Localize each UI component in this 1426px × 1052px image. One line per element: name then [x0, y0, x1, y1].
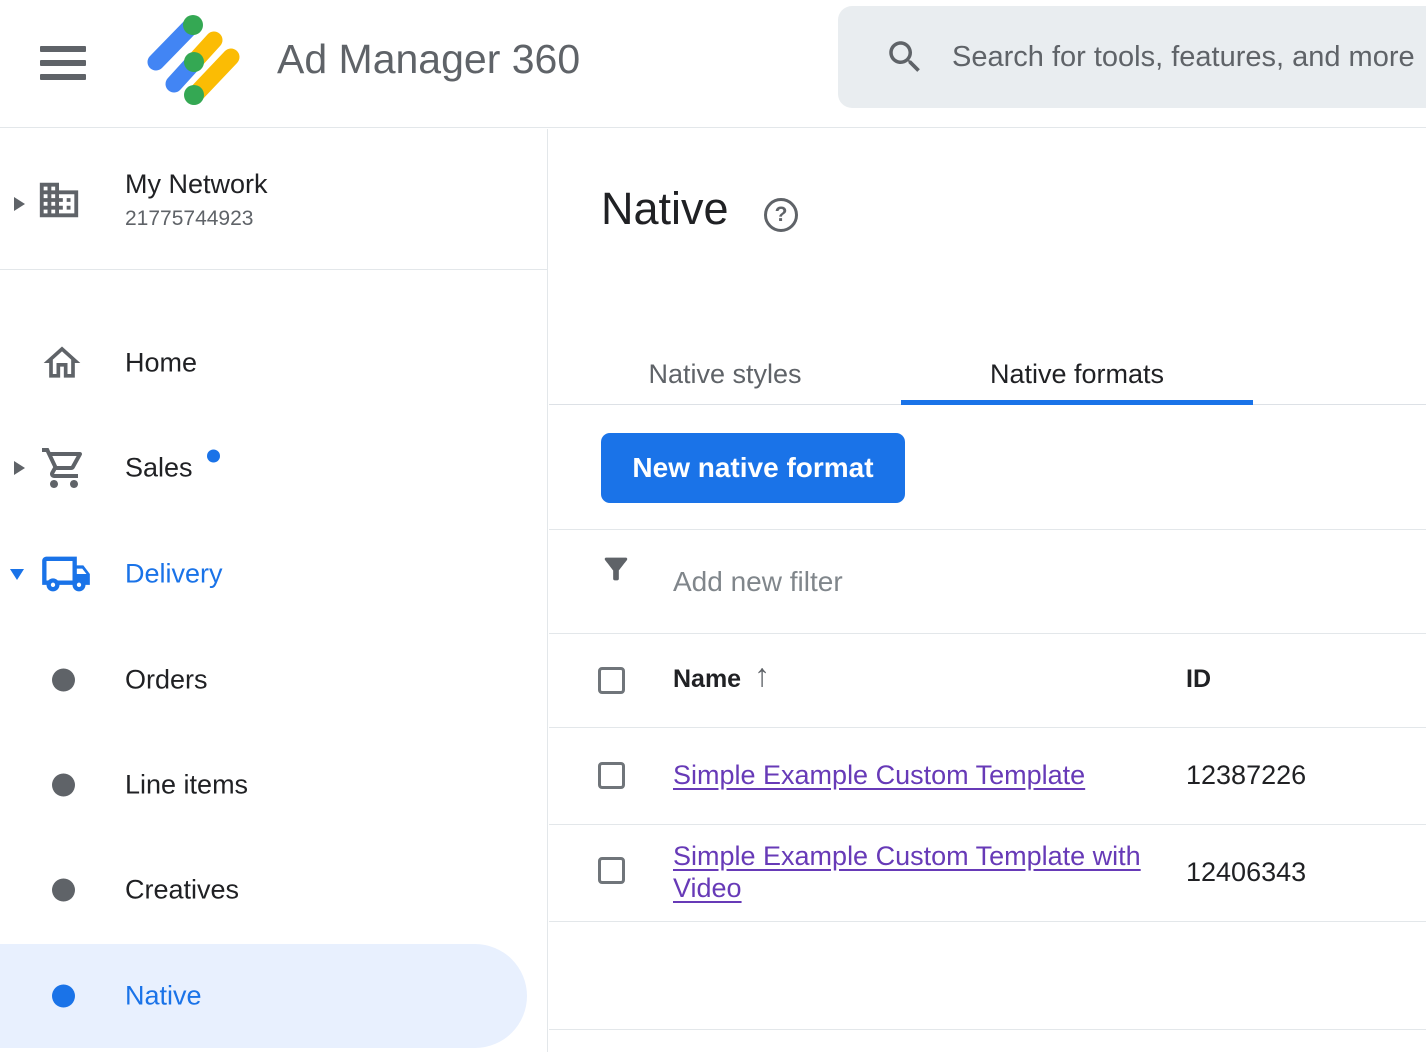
global-search-input[interactable]: Search for tools, features, and more [838, 6, 1426, 108]
sidebar-item-orders[interactable]: Orders [0, 644, 547, 716]
ad-manager-logo-icon [146, 8, 246, 118]
bullet-icon [52, 669, 75, 692]
divider [549, 1029, 1426, 1030]
network-selector[interactable]: My Network 21775744923 [0, 129, 547, 270]
bullet-icon [52, 879, 75, 902]
network-id: 21775744923 [125, 207, 253, 231]
notification-dot [207, 450, 220, 463]
sidebar-item-label: Delivery [125, 559, 223, 590]
column-header-id: ID [1186, 665, 1211, 694]
sidebar-item-creatives[interactable]: Creatives [0, 854, 547, 926]
search-placeholder: Search for tools, features, and more [952, 41, 1415, 74]
sidebar-item-label: Sales [125, 453, 220, 484]
filter-icon[interactable] [599, 552, 633, 586]
search-icon [884, 36, 926, 78]
app-title: Ad Manager 360 [277, 36, 580, 83]
row-id: 12406343 [1186, 857, 1306, 888]
sidebar-item-sales[interactable]: Sales [0, 432, 547, 504]
sidebar-item-label: Home [125, 348, 197, 379]
menu-icon[interactable] [40, 46, 86, 80]
sidebar-item-delivery[interactable]: Delivery [0, 538, 547, 610]
building-icon [36, 177, 82, 223]
shopping-cart-icon [40, 444, 88, 492]
ad-manager-page: Ad Manager 360 Search for tools, feature… [0, 0, 1426, 1052]
column-header-name[interactable]: Name [673, 665, 741, 694]
row-id: 12387226 [1186, 760, 1306, 791]
divider [549, 529, 1426, 530]
chevron-right-icon [14, 461, 25, 475]
menu-bar [40, 74, 86, 80]
network-name: My Network [125, 169, 268, 200]
chevron-down-icon [10, 569, 24, 580]
select-all-checkbox[interactable] [598, 667, 625, 694]
help-icon[interactable]: ? [764, 198, 798, 232]
chevron-right-icon [14, 197, 25, 211]
sidebar-item-home[interactable]: Home [0, 327, 547, 399]
tab-native-formats[interactable]: Native formats [901, 345, 1253, 404]
sidebar-item-label: Creatives [125, 875, 239, 906]
tab-native-styles[interactable]: Native styles [549, 345, 901, 404]
sidebar-nav: My Network 21775744923 Home Sales Delive… [0, 129, 548, 1052]
tab-bar: Native styles Native formats [549, 345, 1426, 405]
sidebar-item-label: Native [125, 981, 202, 1012]
new-native-format-button[interactable]: New native format [601, 433, 905, 503]
divider [549, 824, 1426, 825]
bullet-icon [52, 774, 75, 797]
add-filter-input[interactable]: Add new filter [673, 566, 843, 598]
bullet-icon [52, 985, 75, 1008]
page-title: Native [601, 183, 729, 235]
divider [549, 727, 1426, 728]
home-icon [40, 341, 84, 385]
divider [549, 921, 1426, 922]
sidebar-item-line-items[interactable]: Line items [0, 749, 547, 821]
row-checkbox[interactable] [598, 762, 625, 789]
row-checkbox[interactable] [598, 857, 625, 884]
menu-bar [40, 46, 86, 52]
delivery-truck-icon [40, 548, 92, 600]
sidebar-item-native[interactable]: Native [0, 960, 547, 1032]
divider [549, 633, 1426, 634]
top-app-bar: Ad Manager 360 Search for tools, feature… [0, 0, 1426, 128]
sidebar-item-label: Line items [125, 770, 248, 801]
sidebar-item-label: Orders [125, 665, 208, 696]
menu-bar [40, 60, 86, 66]
sort-ascending-icon[interactable]: ↑ [754, 657, 770, 694]
native-format-link[interactable]: Simple Example Custom Template with Vide… [673, 840, 1143, 904]
native-format-link[interactable]: Simple Example Custom Template [673, 760, 1085, 791]
main-content: Native ? Native styles Native formats Ne… [549, 129, 1426, 1052]
